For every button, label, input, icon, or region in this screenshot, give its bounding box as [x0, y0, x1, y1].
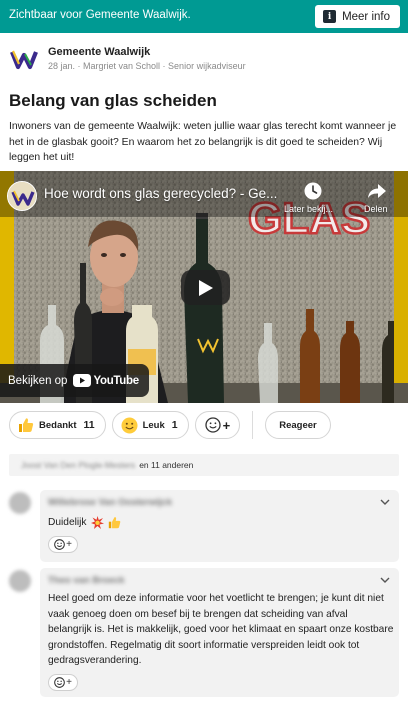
add-reaction-button[interactable]: + — [194, 411, 241, 439]
youtube-logo: YouTube — [73, 374, 139, 387]
comment-add-reaction-plus: + — [66, 677, 72, 688]
avatar[interactable] — [9, 492, 31, 514]
visibility-banner: Zichtbaar voor Gemeente Waalwijk. i Meer… — [0, 0, 408, 33]
thanks-label: Bedankt — [39, 419, 77, 431]
comment-author[interactable]: Theo van Broeck — [48, 575, 125, 586]
comment-text: Duidelijk — [48, 517, 87, 528]
organization-name[interactable]: Gemeente Waalwijk — [48, 46, 150, 58]
post-title: Belang van glas scheiden — [9, 91, 217, 110]
more-info-label: Meer info — [342, 10, 390, 23]
post-body: Inwoners van de gemeente Waalwijk: weten… — [9, 121, 397, 163]
waalwijk-logo[interactable] — [9, 44, 39, 74]
thanks-reaction-button[interactable]: Bedankt 11 — [9, 411, 106, 439]
reaction-bar: Bedankt 11 Leuk 1 + Reageer — [9, 411, 331, 439]
thumbs-up-icon — [19, 418, 34, 432]
smiley-outline-icon — [204, 417, 221, 433]
info-icon: i — [323, 10, 337, 23]
chevron-down-icon[interactable] — [380, 577, 390, 584]
watch-on-label: Bekijken op — [8, 374, 68, 387]
comment-add-reaction-button[interactable]: + — [48, 536, 78, 553]
comment-text: Heel goed om deze informatie voor het vo… — [48, 593, 394, 666]
smiley-outline-icon — [54, 539, 65, 550]
youtube-video-embed[interactable]: GLAS Hoe wordt ons glas gerecycled? - Ge… — [0, 171, 408, 403]
youtube-play-icon — [73, 374, 92, 387]
like-count: 1 — [171, 419, 178, 431]
play-icon — [198, 279, 213, 296]
reply-button[interactable]: Reageer — [265, 411, 331, 439]
visibility-text: Zichtbaar voor Gemeente Waalwijk. — [9, 9, 191, 21]
like-reaction-button[interactable]: Leuk 1 — [111, 411, 189, 439]
comment-card: Willebrose Van Oosterwijck Duidelijk + — [40, 490, 399, 562]
reactors-summary[interactable]: Joost Van Den Plogle-Mesters en 11 ander… — [9, 454, 399, 476]
watch-later-label[interactable]: Later bekij... — [284, 204, 333, 214]
comment-add-reaction-plus: + — [66, 539, 72, 550]
post-meta: 28 jan. · Margriet van Scholl · Senior w… — [48, 61, 246, 71]
comment-text-row: Duidelijk — [48, 515, 121, 531]
explosion-icon — [90, 516, 104, 530]
share-icon[interactable] — [367, 181, 387, 201]
reactors-others[interactable]: en 11 anderen — [139, 460, 193, 470]
comment-add-reaction-button[interactable]: + — [48, 674, 78, 691]
reactor-name[interactable]: Joost Van Den Plogle-Mesters — [21, 460, 135, 470]
youtube-wordmark: YouTube — [93, 374, 139, 387]
channel-icon[interactable] — [7, 181, 37, 211]
comment-author[interactable]: Willebrose Van Oosterwijck — [48, 497, 172, 508]
add-reaction-plus: + — [222, 417, 231, 433]
clock-icon[interactable] — [303, 181, 323, 201]
avatar[interactable] — [9, 570, 31, 592]
thanks-count: 11 — [83, 419, 95, 431]
watch-on-youtube-button[interactable]: Bekijken op YouTube — [0, 364, 149, 397]
reaction-divider — [252, 411, 254, 439]
comment-card: Theo van Broeck Heel goed om deze inform… — [40, 568, 399, 697]
more-info-button[interactable]: i Meer info — [315, 5, 400, 28]
play-button[interactable] — [181, 270, 230, 305]
smiley-icon — [121, 417, 138, 433]
like-label: Leuk — [142, 419, 165, 431]
share-label[interactable]: Delen — [364, 204, 388, 214]
smiley-outline-icon — [54, 677, 65, 688]
chevron-down-icon[interactable] — [380, 499, 390, 506]
thumbs-up-icon — [108, 517, 120, 529]
video-title[interactable]: Hoe wordt ons glas gerecycled? - Ge... — [44, 186, 277, 201]
